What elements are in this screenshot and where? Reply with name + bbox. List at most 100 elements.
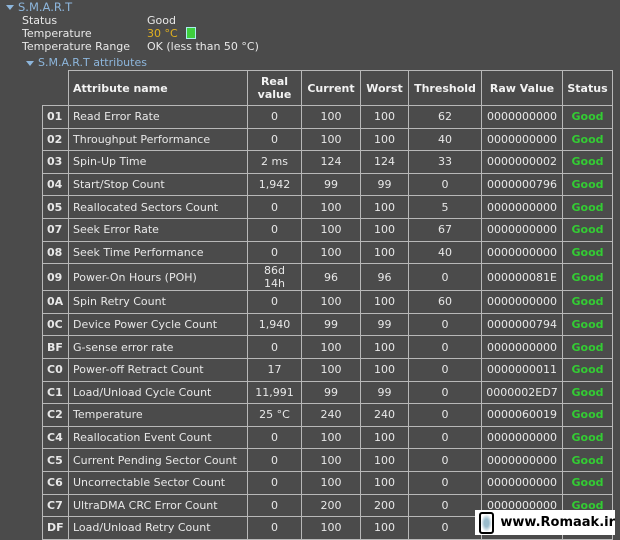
attribute-id: 04	[42, 172, 69, 197]
raw-value: 0000000002	[481, 150, 563, 174]
real-value: 0	[247, 335, 302, 359]
raw-value: 0000000000	[481, 335, 563, 359]
worst: 100	[360, 105, 409, 129]
real-value: 0	[247, 217, 302, 242]
attribute-name: Current Pending Sector Count	[68, 448, 248, 472]
attribute-name: Power-On Hours (POH)	[68, 263, 248, 292]
table-row: C6 Uncorrectable Sector Count 0 100 100 0 0000…	[42, 470, 613, 495]
label: Status	[22, 14, 58, 27]
table-row: C4 Reallocation Event Count 0 100 100 0 000000…	[42, 425, 613, 450]
attribute-id: DF	[42, 516, 69, 540]
real-value: 0	[247, 195, 302, 219]
status: Good	[562, 172, 613, 197]
header-current: Current	[301, 70, 361, 106]
table-row: 08 Seek Time Performance 0 100 100 40 00000000…	[42, 240, 613, 265]
attribute-name: Uncorrectable Sector Count	[68, 470, 248, 495]
real-value: 17	[247, 357, 302, 382]
watermark-logo-icon	[479, 511, 495, 534]
worst: 200	[360, 493, 409, 518]
current: 99	[301, 380, 361, 405]
raw-value: 0000000011	[481, 357, 563, 382]
real-value: 2 ms	[247, 150, 302, 174]
raw-value: 0000000000	[481, 470, 563, 495]
header-id	[42, 70, 69, 106]
attribute-id: 08	[42, 240, 69, 265]
attribute-id: 0A	[42, 290, 69, 314]
attribute-name: Throughput Performance	[68, 127, 248, 152]
current: 100	[301, 448, 361, 472]
table-row: 02 Throughput Performance 0 100 100 40 0000000…	[42, 127, 613, 152]
attribute-name: Load/Unload Retry Count	[68, 516, 248, 540]
real-value: 0	[247, 493, 302, 518]
attribute-id: 09	[42, 263, 69, 292]
real-value: 0	[247, 425, 302, 450]
status: Good	[562, 195, 613, 219]
header-worst: Worst	[360, 70, 409, 106]
raw-value: 0000002ED7	[481, 380, 563, 405]
status: Good	[562, 150, 613, 174]
worst: 96	[360, 263, 409, 292]
real-value: 0	[247, 470, 302, 495]
threshold: 0	[408, 425, 482, 450]
table-row: 07 Seek Error Rate 0 100 100 67 0000000000 Good	[42, 217, 613, 242]
threshold: 0	[408, 357, 482, 382]
threshold: 0	[408, 493, 482, 518]
value: Good	[147, 14, 176, 27]
thermometer-icon	[185, 27, 196, 39]
table-row: 04 Start/Stop Count 1,942 99 99 0 0000000796 Go…	[42, 172, 613, 197]
current: 99	[301, 172, 361, 197]
threshold: 0	[408, 335, 482, 359]
status: Good	[562, 470, 613, 495]
status: Good	[562, 127, 613, 152]
attribute-id: 07	[42, 217, 69, 242]
worst: 124	[360, 150, 409, 174]
table-row: C1 Load/Unload Cycle Count 11,991 99 99 0 0000…	[42, 380, 613, 405]
current: 100	[301, 425, 361, 450]
attribute-name: Device Power Cycle Count	[68, 312, 248, 337]
attribute-name: G-sense error rate	[68, 335, 248, 359]
attribute-name: Seek Time Performance	[68, 240, 248, 265]
attribute-id: C7	[42, 493, 69, 518]
table-row: 0C Device Power Cycle Count 1,940 99 99 0 0000…	[42, 312, 613, 337]
current: 200	[301, 493, 361, 518]
smart-section-toggle[interactable]: S.M.A.R.T	[6, 0, 72, 14]
raw-value: 0000000000	[481, 240, 563, 265]
expand-triangle-icon	[26, 60, 34, 66]
expand-triangle-icon	[6, 5, 14, 10]
current: 99	[301, 312, 361, 337]
threshold: 0	[408, 263, 482, 292]
worst: 240	[360, 403, 409, 427]
current: 100	[301, 240, 361, 265]
attribute-name: Load/Unload Cycle Count	[68, 380, 248, 405]
status: Good	[562, 380, 613, 405]
attribute-id: 05	[42, 195, 69, 219]
worst: 100	[360, 470, 409, 495]
worst: 100	[360, 448, 409, 472]
current: 100	[301, 516, 361, 540]
watermark: www.Romaak.ir	[475, 510, 615, 535]
raw-value: 0000000794	[481, 312, 563, 337]
status: Good	[562, 448, 613, 472]
current: 96	[301, 263, 361, 292]
attribute-name: Temperature	[68, 403, 248, 427]
smart-attributes-toggle[interactable]: S.M.A.R.T attributes	[26, 56, 147, 69]
status: Good	[562, 105, 613, 129]
temperature-value: 30 °C	[147, 27, 196, 40]
attribute-name: Spin Retry Count	[68, 290, 248, 314]
attribute-name: Reallocation Event Count	[68, 425, 248, 450]
attribute-id: 03	[42, 150, 69, 174]
raw-value: 0000000000	[481, 105, 563, 129]
threshold: 62	[408, 105, 482, 129]
raw-value: 0000000000	[481, 217, 563, 242]
status: Good	[562, 425, 613, 450]
worst: 100	[360, 195, 409, 219]
table-row: C0 Power-off Retract Count 17 100 100 0 000000…	[42, 357, 613, 382]
attribute-id: 01	[42, 105, 69, 129]
raw-value: 000000081E	[481, 263, 563, 292]
real-value: 1,942	[247, 172, 302, 197]
worst: 99	[360, 172, 409, 197]
header-threshold: Threshold	[408, 70, 482, 106]
attribute-id: BF	[42, 335, 69, 359]
threshold: 0	[408, 516, 482, 540]
raw-value: 0000000000	[481, 425, 563, 450]
